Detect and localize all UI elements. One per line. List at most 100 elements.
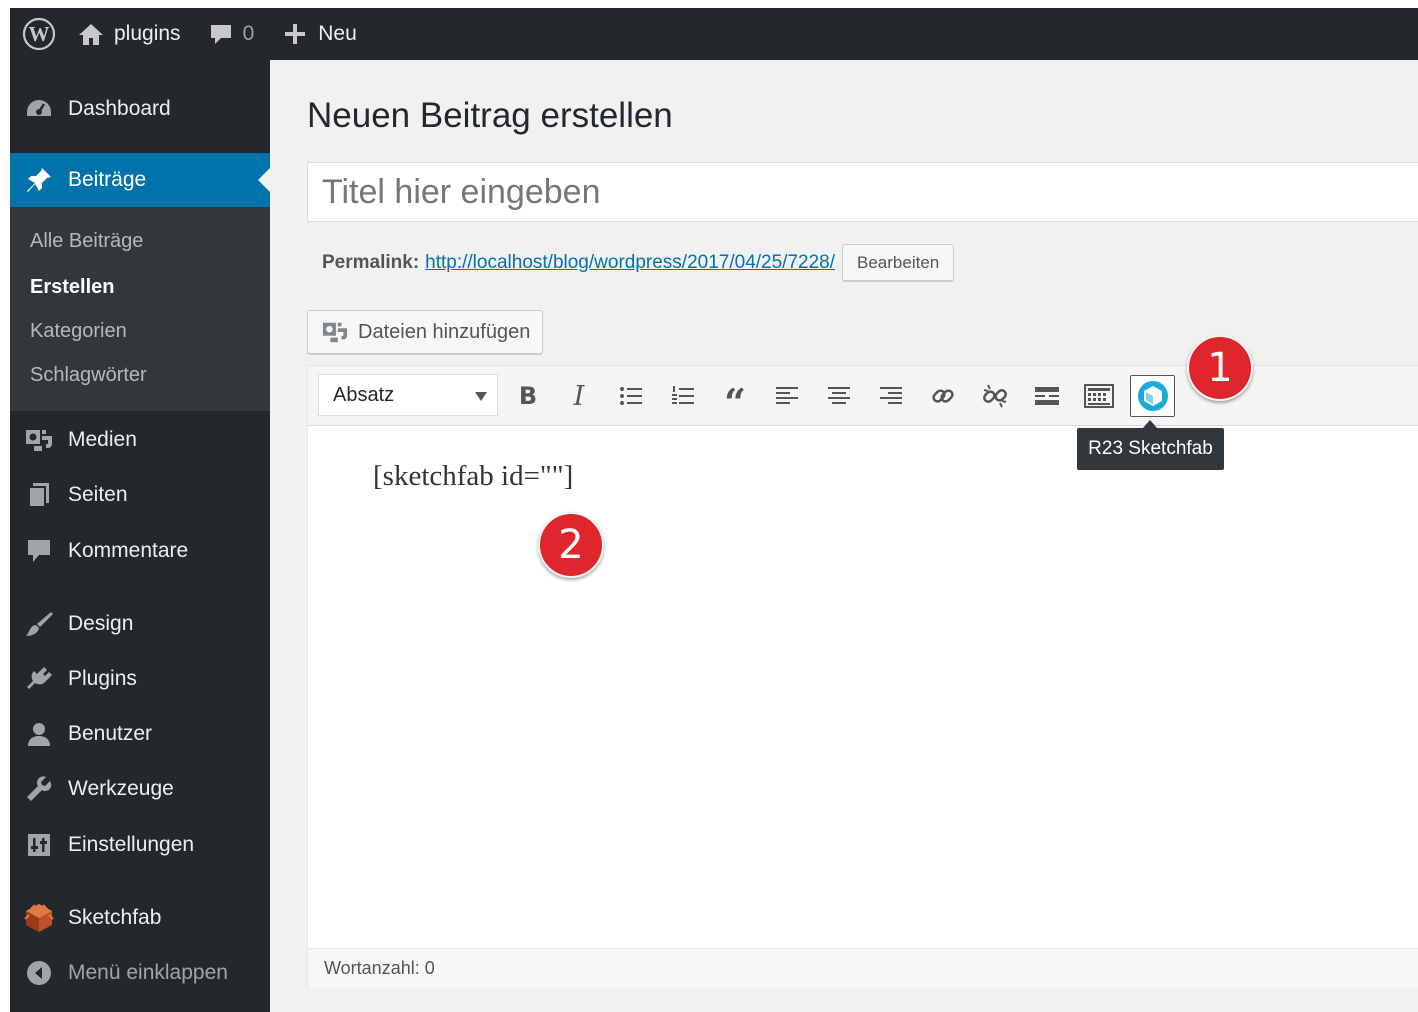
word-count: Wortanzahl: 0 <box>324 958 435 978</box>
add-media-button[interactable]: Dateien hinzufügen <box>307 310 544 354</box>
sidebar-item-label: Design <box>68 612 134 635</box>
permalink-url-link[interactable]: http://localhost/blog/wordpress/2017/04/… <box>425 252 835 274</box>
blockquote-button[interactable]: “ <box>715 376 755 422</box>
comment-icon <box>10 537 68 565</box>
sidebar-item-users[interactable]: Benutzer <box>10 709 270 759</box>
sidebar-item-tools[interactable]: Werkzeuge <box>10 764 270 814</box>
align-left-button[interactable] <box>767 376 807 416</box>
add-media-label: Dateien hinzufügen <box>358 320 531 343</box>
read-more-button[interactable] <box>1027 376 1067 416</box>
sidebar-item-label: Plugins <box>68 667 137 690</box>
sidebar-item-pages[interactable]: Seiten <box>10 470 270 520</box>
sidebar-item-label: Kommentare <box>68 539 189 562</box>
sidebar-item-dashboard[interactable]: Dashboard <box>10 84 270 134</box>
sketchfab-cube-icon <box>1137 381 1168 411</box>
sketchfab-tooltip: R23 Sketchfab <box>1077 420 1224 470</box>
submenu-item-all-posts[interactable]: Alle Beiträge <box>30 230 143 253</box>
format-select[interactable]: Absatz <box>318 374 498 416</box>
format-select-value: Absatz <box>333 384 395 406</box>
dashboard-icon <box>10 97 68 121</box>
numbered-list-icon <box>672 386 694 404</box>
unlink-button[interactable] <box>975 376 1015 416</box>
sidebar-item-label: Beiträge <box>68 168 147 191</box>
media-icon <box>322 322 348 343</box>
annotation-marker-1: 1 <box>1187 335 1253 401</box>
sidebar-item-label: Dashboard <box>68 97 171 120</box>
page-title: Neuen Beitrag erstellen <box>307 96 673 135</box>
pin-icon <box>10 166 68 194</box>
align-center-icon <box>828 387 850 404</box>
bold-button[interactable]: B <box>508 376 548 416</box>
settings-icon <box>10 831 68 859</box>
italic-icon: I <box>573 380 585 412</box>
sidebar-item-comments[interactable]: Kommentare <box>10 526 270 576</box>
wordpress-logo-icon: W <box>22 17 56 51</box>
sidebar-item-plugins[interactable]: Plugins <box>10 654 270 704</box>
editor-content-area[interactable]: [sketchfab id=""] <box>308 426 1418 948</box>
link-icon <box>932 389 954 403</box>
collapse-menu-label: Menü einklappen <box>68 961 228 984</box>
new-content-label: Neu <box>318 22 357 45</box>
sidebar-item-label: Sketchfab <box>68 906 162 929</box>
submenu-item-categories[interactable]: Kategorien <box>30 320 127 343</box>
submenu-item-create[interactable]: Erstellen <box>30 276 114 299</box>
media-icon <box>10 426 68 454</box>
plus-icon <box>285 24 306 44</box>
align-center-button[interactable] <box>819 376 859 416</box>
sketchfab-icon <box>10 902 68 934</box>
new-content-button[interactable]: Neu <box>284 8 357 60</box>
collapse-menu-button[interactable]: Menü einklappen <box>10 948 270 998</box>
main-content: Neuen Beitrag erstellen Titel hier einge… <box>270 60 1418 1012</box>
link-button[interactable] <box>923 376 963 416</box>
sidebar-item-label: Benutzer <box>68 722 153 745</box>
post-editor: Absatz B I “ [sketchfab id=""] Wortanzah… <box>307 365 1418 988</box>
brush-icon <box>10 610 68 638</box>
sidebar-item-design[interactable]: Design <box>10 599 270 649</box>
italic-button[interactable]: I <box>559 376 599 416</box>
svg-text:W: W <box>29 22 50 46</box>
comment-count: 0 <box>242 22 255 45</box>
bold-icon: B <box>518 382 538 410</box>
permalink-row: Permalink: http://localhost/blog/wordpre… <box>322 244 955 281</box>
sketchfab-button[interactable] <box>1130 375 1175 417</box>
post-title-input[interactable]: Titel hier eingeben <box>307 162 1418 222</box>
sidebar-item-beitraege[interactable]: Beiträge <box>10 153 270 207</box>
sidebar-item-label: Medien <box>68 428 137 451</box>
toolbar-toggle-button[interactable] <box>1079 376 1119 416</box>
collapse-arrow-icon <box>10 959 68 987</box>
site-name-label: plugins <box>114 22 181 45</box>
bullet-list-icon <box>620 387 642 405</box>
wrench-icon <box>10 775 68 803</box>
submenu-item-tags[interactable]: Schlagwörter <box>30 364 147 387</box>
bullet-list-button[interactable] <box>611 376 651 416</box>
wordpress-logo-button[interactable]: W <box>10 8 68 60</box>
comment-icon <box>210 25 231 44</box>
admin-bar: W plugins 0 Neu <box>10 8 1418 60</box>
edit-permalink-button[interactable]: Bearbeiten <box>842 244 955 281</box>
read-more-icon <box>1035 387 1059 405</box>
editor-status-bar: Wortanzahl: 0 <box>308 948 1418 988</box>
unlink-icon <box>983 384 1007 408</box>
sidebar-item-label: Werkzeuge <box>68 777 174 800</box>
posts-submenu: Alle Beiträge Erstellen Kategorien Schla… <box>10 207 270 411</box>
toolbar-toggle-icon <box>1084 384 1114 408</box>
sidebar-item-sketchfab[interactable]: Sketchfab <box>10 893 270 943</box>
user-icon <box>10 720 68 748</box>
align-right-button[interactable] <box>871 376 911 416</box>
sidebar-item-label: Seiten <box>68 483 128 506</box>
permalink-label: Permalink: <box>322 251 420 273</box>
align-left-icon <box>776 387 798 404</box>
align-right-icon <box>880 387 902 404</box>
annotation-marker-2: 2 <box>538 512 604 578</box>
sidebar-item-label: Einstellungen <box>68 833 195 856</box>
numbered-list-button[interactable] <box>663 376 703 416</box>
sidebar-item-media[interactable]: Medien <box>10 415 270 465</box>
shortcode-text: [sketchfab id=""] <box>373 460 574 492</box>
chevron-down-icon <box>475 392 487 401</box>
pages-icon <box>10 481 68 509</box>
site-name-link[interactable]: plugins <box>78 8 181 60</box>
plugin-icon <box>10 665 68 693</box>
sidebar-item-settings[interactable]: Einstellungen <box>10 820 270 870</box>
comments-link[interactable]: 0 <box>209 8 255 60</box>
home-icon <box>79 24 103 45</box>
